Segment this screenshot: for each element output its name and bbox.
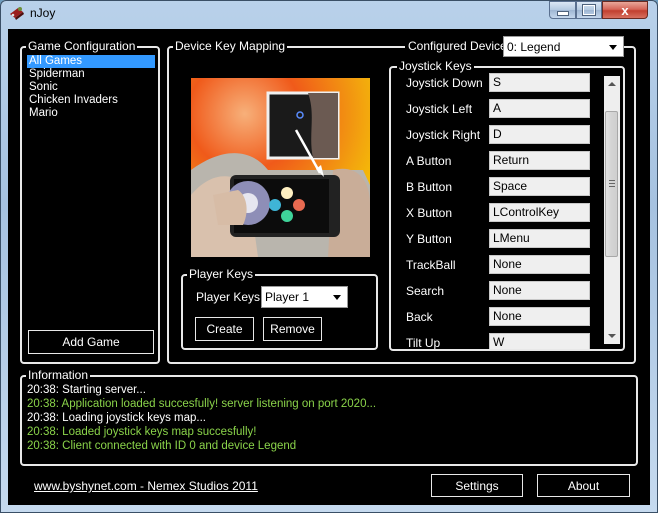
games-listbox[interactable]: All Games Spiderman Sonic Chicken Invade… [27, 55, 155, 120]
key-label: Tilt Up [406, 336, 441, 349]
key-input[interactable]: Space [489, 177, 590, 196]
game-list-item[interactable]: Mario [27, 107, 155, 120]
grip-icon [609, 186, 615, 187]
add-game-button[interactable]: Add Game [28, 330, 154, 354]
grip-icon [609, 183, 615, 184]
chevron-down-icon [333, 295, 341, 300]
settings-button[interactable]: Settings [431, 474, 523, 497]
game-list-item[interactable]: Chicken Invaders [27, 94, 155, 107]
game-list-item[interactable]: Spiderman [27, 68, 155, 81]
key-label: Search [406, 284, 445, 298]
configured-device-label: Configured Device: [405, 39, 514, 53]
scrollbar-thumb[interactable] [605, 111, 618, 257]
joystick-keys-list[interactable]: Joystick Down S Joystick Left A Joystick… [391, 71, 601, 349]
log-line: 20:38: Application loaded succesfully! s… [27, 398, 377, 410]
key-label: B Button [406, 180, 453, 194]
information-label: Information [26, 368, 91, 382]
phone-gamepad-image [188, 75, 373, 260]
player-keys-dropdown[interactable]: Player 1 [261, 286, 348, 308]
maximize-button[interactable] [576, 1, 602, 19]
close-icon: x [621, 2, 629, 18]
phone-gamepad-illustration [191, 78, 370, 257]
key-label: Back [406, 310, 433, 324]
player-keys-value: Player 1 [265, 290, 310, 304]
chevron-down-icon [609, 44, 617, 50]
minimize-icon [557, 11, 568, 15]
key-input[interactable]: LControlKey [489, 203, 590, 222]
game-list-item[interactable]: All Games [27, 55, 155, 68]
key-input[interactable]: None [489, 255, 590, 274]
log-line: 20:38: Starting server... [27, 384, 146, 396]
minimize-button[interactable] [549, 1, 576, 19]
log-line: 20:38: Client connected with ID 0 and de… [27, 440, 297, 452]
device-key-mapping-label: Device Key Mapping [173, 39, 288, 53]
key-input[interactable]: None [489, 281, 590, 300]
scroll-up-arrow-icon[interactable] [608, 82, 616, 86]
joystick-app-icon [10, 7, 24, 20]
title-bar[interactable]: nJoy x [0, 0, 658, 26]
key-input[interactable]: D [489, 125, 590, 144]
remove-button[interactable]: Remove [263, 317, 322, 341]
key-input[interactable]: A [489, 99, 590, 118]
configured-device-value: 0: Legend [507, 39, 561, 54]
scroll-down-arrow-icon[interactable] [608, 334, 616, 338]
key-label: Joystick Down [406, 76, 483, 90]
window-title: nJoy [30, 6, 56, 20]
log-line: 20:38: Loading joystick keys map... [27, 412, 206, 424]
key-input[interactable]: LMenu [489, 229, 590, 248]
njoy-window: nJoy x Game Configuration All Games Spid… [0, 0, 658, 513]
game-configuration-label: Game Configuration [26, 39, 138, 53]
main-panel: Game Configuration All Games Spiderman S… [8, 29, 650, 505]
key-input[interactable]: W [489, 333, 590, 349]
grip-icon [609, 180, 615, 181]
key-label: Joystick Right [406, 128, 481, 142]
key-input[interactable]: None [489, 307, 590, 326]
information-log: 20:38: Starting server... 20:38: Applica… [27, 383, 376, 453]
log-line: 20:38: Loaded joystick keys map succesfu… [27, 426, 257, 438]
create-button[interactable]: Create [195, 317, 254, 341]
maximize-icon [583, 5, 595, 15]
configured-device-dropdown[interactable]: 0: Legend [503, 36, 624, 57]
key-input[interactable]: Return [489, 151, 590, 170]
key-label: Y Button [406, 232, 452, 246]
website-link[interactable]: www.byshynet.com - Nemex Studios 2011 [34, 479, 258, 493]
key-input[interactable]: S [489, 73, 590, 92]
player-keys-label: Player Keys: [196, 290, 264, 304]
joystick-keys-scrollbar[interactable] [604, 76, 620, 344]
key-label: TrackBall [406, 258, 456, 272]
close-button[interactable]: x [602, 1, 648, 19]
key-label: Joystick Left [406, 102, 473, 116]
key-label: X Button [406, 206, 453, 220]
about-button[interactable]: About [537, 474, 630, 497]
game-list-item[interactable]: Sonic [27, 81, 155, 94]
player-keys-group-label: Player Keys [187, 267, 256, 281]
key-label: A Button [406, 154, 452, 168]
